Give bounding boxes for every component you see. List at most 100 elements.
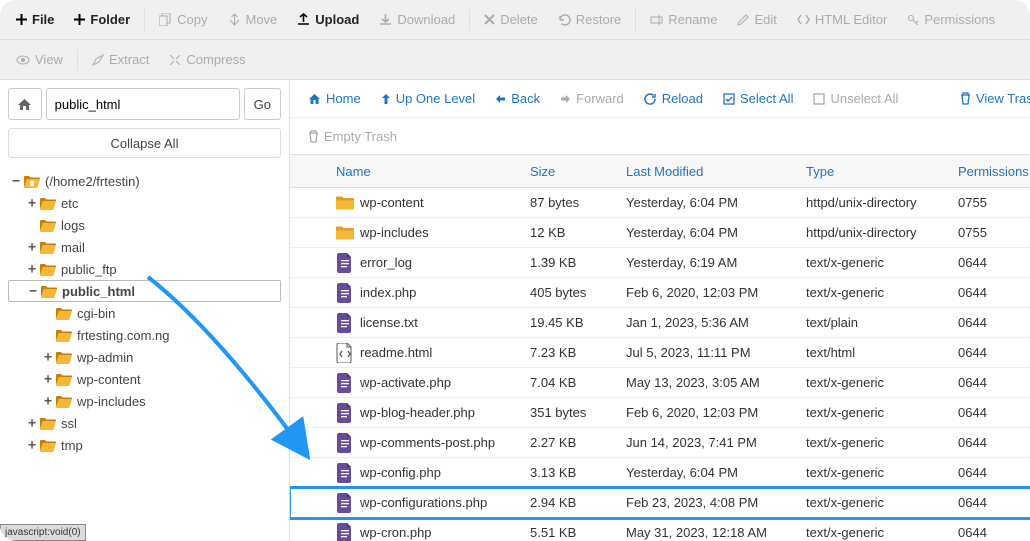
file-name: index.php	[360, 285, 416, 300]
go-button[interactable]: Go	[244, 88, 281, 120]
file-size: 7.23 KB	[530, 345, 626, 360]
up-one-level-button[interactable]: Up One Level	[373, 87, 484, 110]
separator	[469, 9, 470, 31]
upload-button[interactable]: Upload	[287, 6, 369, 33]
table-row[interactable]: license.txt19.45 KBJan 1, 2023, 5:36 AMt…	[290, 308, 1030, 338]
tree-node[interactable]: +wp-admin	[8, 346, 281, 368]
toggle-icon[interactable]: +	[42, 372, 54, 387]
file-type: httpd/unix-directory	[806, 225, 958, 240]
file-name: wp-activate.php	[360, 375, 451, 390]
tree-node[interactable]: frtesting.com.ng	[8, 324, 281, 346]
toggle-icon[interactable]: +	[26, 240, 38, 255]
table-row[interactable]: wp-comments-post.php2.27 KBJun 14, 2023,…	[290, 428, 1030, 458]
tree-node[interactable]: +wp-content	[8, 368, 281, 390]
folder-button[interactable]: Folder	[64, 6, 140, 33]
file-size: 19.45 KB	[530, 315, 626, 330]
rename-button[interactable]: Rename	[640, 6, 727, 33]
viewtrash-label: View Trash	[976, 91, 1030, 106]
folder-tree: −(/home2/frtestin)+etclogs+mail+public_f…	[8, 166, 281, 533]
table-row[interactable]: wp-config.php3.13 KBYesterday, 6:04 PMte…	[290, 458, 1030, 488]
download-button[interactable]: Download	[369, 6, 465, 33]
col-perm-header[interactable]: Permissions	[958, 164, 1030, 179]
collapse-all-button[interactable]: Collapse All	[8, 128, 281, 158]
file-size: 12 KB	[530, 225, 626, 240]
restore-label: Restore	[576, 12, 622, 27]
table-row[interactable]: wp-content87 bytesYesterday, 6:04 PMhttp…	[290, 188, 1030, 218]
table-row[interactable]: error_log1.39 KBYesterday, 6:19 AMtext/x…	[290, 248, 1030, 278]
path-row: Go	[8, 88, 281, 120]
tree-node[interactable]: +tmp	[8, 434, 281, 456]
home-icon-button[interactable]	[8, 88, 42, 120]
toggle-icon[interactable]: +	[26, 262, 38, 277]
file-permissions: 0755	[958, 195, 1030, 210]
empty-trash-button[interactable]: Empty Trash	[300, 125, 405, 148]
extract-button[interactable]: Extract	[82, 46, 159, 73]
path-input[interactable]	[46, 88, 240, 120]
col-mod-header[interactable]: Last Modified	[626, 164, 806, 179]
file-type: text/html	[806, 345, 958, 360]
col-type-header[interactable]: Type	[806, 164, 958, 179]
html-editor-button[interactable]: HTML Editor	[787, 6, 897, 33]
forward-label: Forward	[576, 91, 624, 106]
unselect-all-button[interactable]: Unselect All	[805, 87, 906, 110]
tree-node[interactable]: +etc	[8, 192, 281, 214]
up-icon	[381, 93, 391, 105]
file-button[interactable]: File	[6, 6, 64, 33]
tree-node[interactable]: +public_ftp	[8, 258, 281, 280]
table-row[interactable]: wp-blog-header.php351 bytesFeb 6, 2020, …	[290, 398, 1030, 428]
view-button[interactable]: View	[6, 46, 73, 73]
toggle-icon[interactable]: −	[10, 174, 22, 189]
table-row[interactable]: wp-activate.php7.04 KBMay 13, 2023, 3:05…	[290, 368, 1030, 398]
toggle-icon[interactable]: +	[26, 196, 38, 211]
toggle-icon[interactable]: +	[42, 394, 54, 409]
toggle-icon[interactable]: +	[42, 350, 54, 365]
back-button[interactable]: Back	[487, 87, 548, 110]
file-modified: May 31, 2023, 12:18 AM	[626, 525, 806, 540]
table-row[interactable]: wp-cron.php5.51 KBMay 31, 2023, 12:18 AM…	[290, 518, 1030, 541]
table-row[interactable]: wp-includes12 KBYesterday, 6:04 PMhttpd/…	[290, 218, 1030, 248]
table-row[interactable]: index.php405 bytesFeb 6, 2020, 12:03 PMt…	[290, 278, 1030, 308]
edit-label: Edit	[754, 12, 776, 27]
table-row[interactable]: readme.html7.23 KBJul 5, 2023, 11:11 PMt…	[290, 338, 1030, 368]
view-label: View	[35, 52, 63, 67]
tree-node[interactable]: −public_html	[8, 280, 281, 302]
col-name-header[interactable]: Name	[330, 164, 530, 179]
home-icon	[308, 93, 321, 105]
compress-label: Compress	[186, 52, 245, 67]
table-row[interactable]: wp-configurations.php2.94 KBFeb 23, 2023…	[290, 488, 1030, 518]
selectall-label: Select All	[740, 91, 793, 106]
select-all-button[interactable]: Select All	[715, 87, 801, 110]
toggle-icon[interactable]: +	[26, 416, 38, 431]
back-label: Back	[511, 91, 540, 106]
view-trash-button[interactable]: View Trash	[952, 87, 1030, 110]
file-size: 351 bytes	[530, 405, 626, 420]
file-name: wp-config.php	[360, 465, 441, 480]
tree-node[interactable]: +ssl	[8, 412, 281, 434]
file-modified: Yesterday, 6:19 AM	[626, 255, 806, 270]
compress-button[interactable]: Compress	[159, 46, 255, 73]
copy-button[interactable]: Copy	[149, 6, 217, 33]
tree-node[interactable]: cgi-bin	[8, 302, 281, 324]
tree-node[interactable]: logs	[8, 214, 281, 236]
edit-button[interactable]: Edit	[727, 6, 786, 33]
toggle-icon[interactable]: −	[27, 284, 39, 299]
file-modified: Feb 23, 2023, 4:08 PM	[626, 495, 806, 510]
separator	[144, 9, 145, 31]
restore-button[interactable]: Restore	[548, 6, 632, 33]
home-button[interactable]: Home	[300, 87, 369, 110]
reload-button[interactable]: Reload	[636, 87, 711, 110]
tree-node[interactable]: −(/home2/frtestin)	[8, 170, 281, 192]
file-type: text/x-generic	[806, 465, 958, 480]
tree-node[interactable]: +mail	[8, 236, 281, 258]
status-corner: javascript:void(0)	[0, 524, 86, 541]
col-size-header[interactable]: Size	[530, 164, 626, 179]
tree-node[interactable]: +wp-includes	[8, 390, 281, 412]
forward-button[interactable]: Forward	[552, 87, 632, 110]
separator	[77, 49, 78, 71]
file-size: 405 bytes	[530, 285, 626, 300]
move-button[interactable]: Move	[218, 6, 288, 33]
delete-button[interactable]: Delete	[474, 6, 548, 33]
file-modified: Yesterday, 6:04 PM	[626, 465, 806, 480]
toggle-icon[interactable]: +	[26, 438, 38, 453]
permissions-button[interactable]: Permissions	[897, 6, 1005, 33]
